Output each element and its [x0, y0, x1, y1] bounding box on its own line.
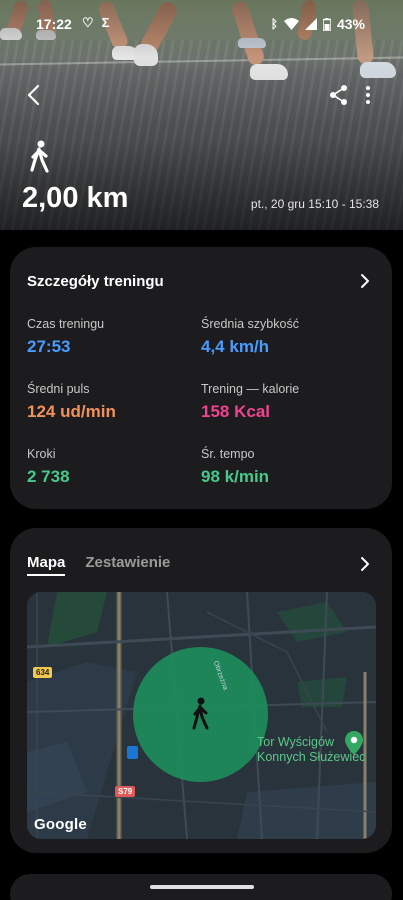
- battery-icon: [322, 17, 331, 31]
- workout-details-card[interactable]: Szczegóły treningu Czas treningu 27:53 Ś…: [10, 247, 392, 509]
- stat-duration: Czas treningu 27:53: [27, 317, 104, 357]
- stat-label: Trening — kalorie: [201, 382, 300, 396]
- stat-value: 2 738: [27, 467, 70, 486]
- distance-value: 2,00 km: [22, 182, 129, 214]
- train-station-icon: [127, 746, 138, 759]
- stat-unit: km/h: [229, 337, 270, 356]
- wifi-icon: [283, 18, 299, 30]
- stat-unit: Kcal: [234, 402, 271, 421]
- walker-marker-icon: [192, 697, 209, 730]
- stat-heart-rate: Średni puls 124 ud/min: [27, 382, 116, 422]
- stat-avg-speed: Średnia szybkość 4,4 km/h: [201, 317, 299, 357]
- stat-label: Średni puls: [27, 382, 90, 396]
- chevron-right-icon[interactable]: [359, 273, 371, 289]
- back-icon[interactable]: [22, 82, 48, 108]
- stat-value: 27:53: [27, 337, 71, 356]
- status-time: 17:22: [36, 16, 72, 32]
- battery-percent: 43%: [336, 16, 365, 32]
- sigma-icon: Σ: [101, 15, 110, 30]
- stat-label: Czas treningu: [27, 317, 105, 331]
- health-icon: ♡: [82, 15, 94, 30]
- share-icon[interactable]: [328, 84, 350, 106]
- home-indicator[interactable]: [150, 885, 254, 889]
- road-badge: 634: [33, 667, 53, 678]
- chevron-right-icon[interactable]: [359, 556, 371, 572]
- stat-value: 158: [201, 402, 230, 421]
- stat-unit: k/min: [224, 467, 270, 486]
- tab-summary[interactable]: Zestawienie: [85, 554, 170, 576]
- map-card: Mapa Zestawienie Obrzeżna 634 S79 Tor Wy…: [10, 528, 392, 853]
- workout-datetime: pt., 20 gru 15:10 - 15:38: [250, 197, 379, 211]
- details-title: Szczegóły treningu: [27, 273, 164, 290]
- stat-label: Kroki: [27, 447, 56, 461]
- location-pin-icon: [345, 731, 363, 755]
- stat-cadence: Śr. tempo 98 k/min: [201, 447, 269, 487]
- google-attribution: Google: [34, 816, 87, 833]
- stat-calories: Trening — kalorie 158 Kcal: [201, 382, 299, 422]
- more-options-icon[interactable]: [360, 84, 376, 106]
- stat-label: Śr. tempo: [201, 447, 255, 461]
- stat-steps: Kroki 2 738: [27, 447, 70, 487]
- signal-icon: [304, 18, 317, 30]
- stat-value: 98: [201, 467, 220, 486]
- status-bar: 17:22 ♡ Σ ᛒ 43%: [0, 12, 403, 36]
- hero-image: 17:22 ♡ Σ ᛒ 43% 2,00 km pt., 20 gru 15:1…: [0, 0, 403, 230]
- map-tabs: Mapa Zestawienie: [27, 554, 170, 576]
- tab-map[interactable]: Mapa: [27, 554, 66, 576]
- walking-icon: [30, 140, 49, 173]
- stat-unit: ud/min: [60, 402, 116, 421]
- stat-value: 124: [27, 402, 56, 421]
- bluetooth-icon: ᛒ: [270, 17, 278, 31]
- stat-label: Średnia szybkość: [201, 317, 299, 331]
- stat-value: 4,4: [201, 337, 225, 356]
- road-badge: S79: [115, 786, 136, 797]
- route-map[interactable]: Obrzeżna 634 S79 Tor Wyścigów Konnych Sł…: [27, 592, 376, 839]
